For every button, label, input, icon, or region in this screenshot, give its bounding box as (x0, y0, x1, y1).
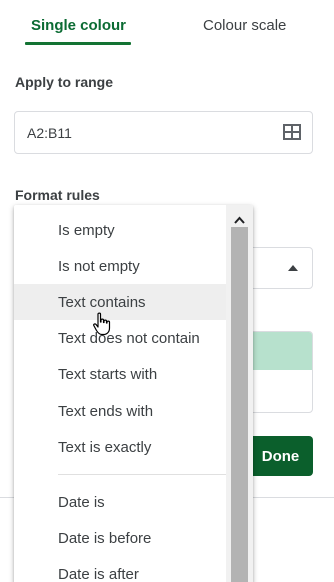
caret-up-icon (288, 265, 298, 271)
menu-item-date-is[interactable]: Date is (14, 484, 226, 520)
scrollbar-thumb[interactable] (231, 227, 248, 582)
range-input[interactable]: A2:B11 (14, 111, 313, 154)
menu-scrollbar[interactable] (226, 205, 253, 582)
menu-item-is-empty[interactable]: Is empty (14, 212, 226, 248)
menu-item-text-starts-with[interactable]: Text starts with (14, 356, 226, 392)
active-tab-indicator (25, 42, 131, 45)
format-rules-label: Format rules (15, 187, 100, 203)
condition-dropdown-menu: Is empty Is not empty Text contains Text… (14, 205, 253, 582)
menu-item-text-ends-with[interactable]: Text ends with (14, 393, 226, 429)
menu-item-is-not-empty[interactable]: Is not empty (14, 248, 226, 284)
menu-item-text-is-exactly[interactable]: Text is exactly (14, 429, 226, 465)
tab-colour-scale[interactable]: Colour scale (203, 17, 286, 34)
tab-single-colour[interactable]: Single colour (31, 17, 126, 34)
conditional-format-panel: Single colour Colour scale Apply to rang… (0, 0, 334, 582)
menu-separator (58, 474, 226, 475)
menu-item-date-is-before[interactable]: Date is before (14, 520, 226, 556)
menu-item-date-is-after[interactable]: Date is after (14, 556, 226, 582)
menu-item-text-does-not-contain[interactable]: Text does not contain (14, 320, 226, 356)
range-value[interactable]: A2:B11 (27, 125, 72, 141)
hand-pointer-icon (92, 312, 112, 341)
apply-to-range-label: Apply to range (15, 74, 114, 90)
grid-range-icon[interactable] (283, 124, 301, 145)
menu-item-text-contains[interactable]: Text contains (14, 284, 226, 320)
